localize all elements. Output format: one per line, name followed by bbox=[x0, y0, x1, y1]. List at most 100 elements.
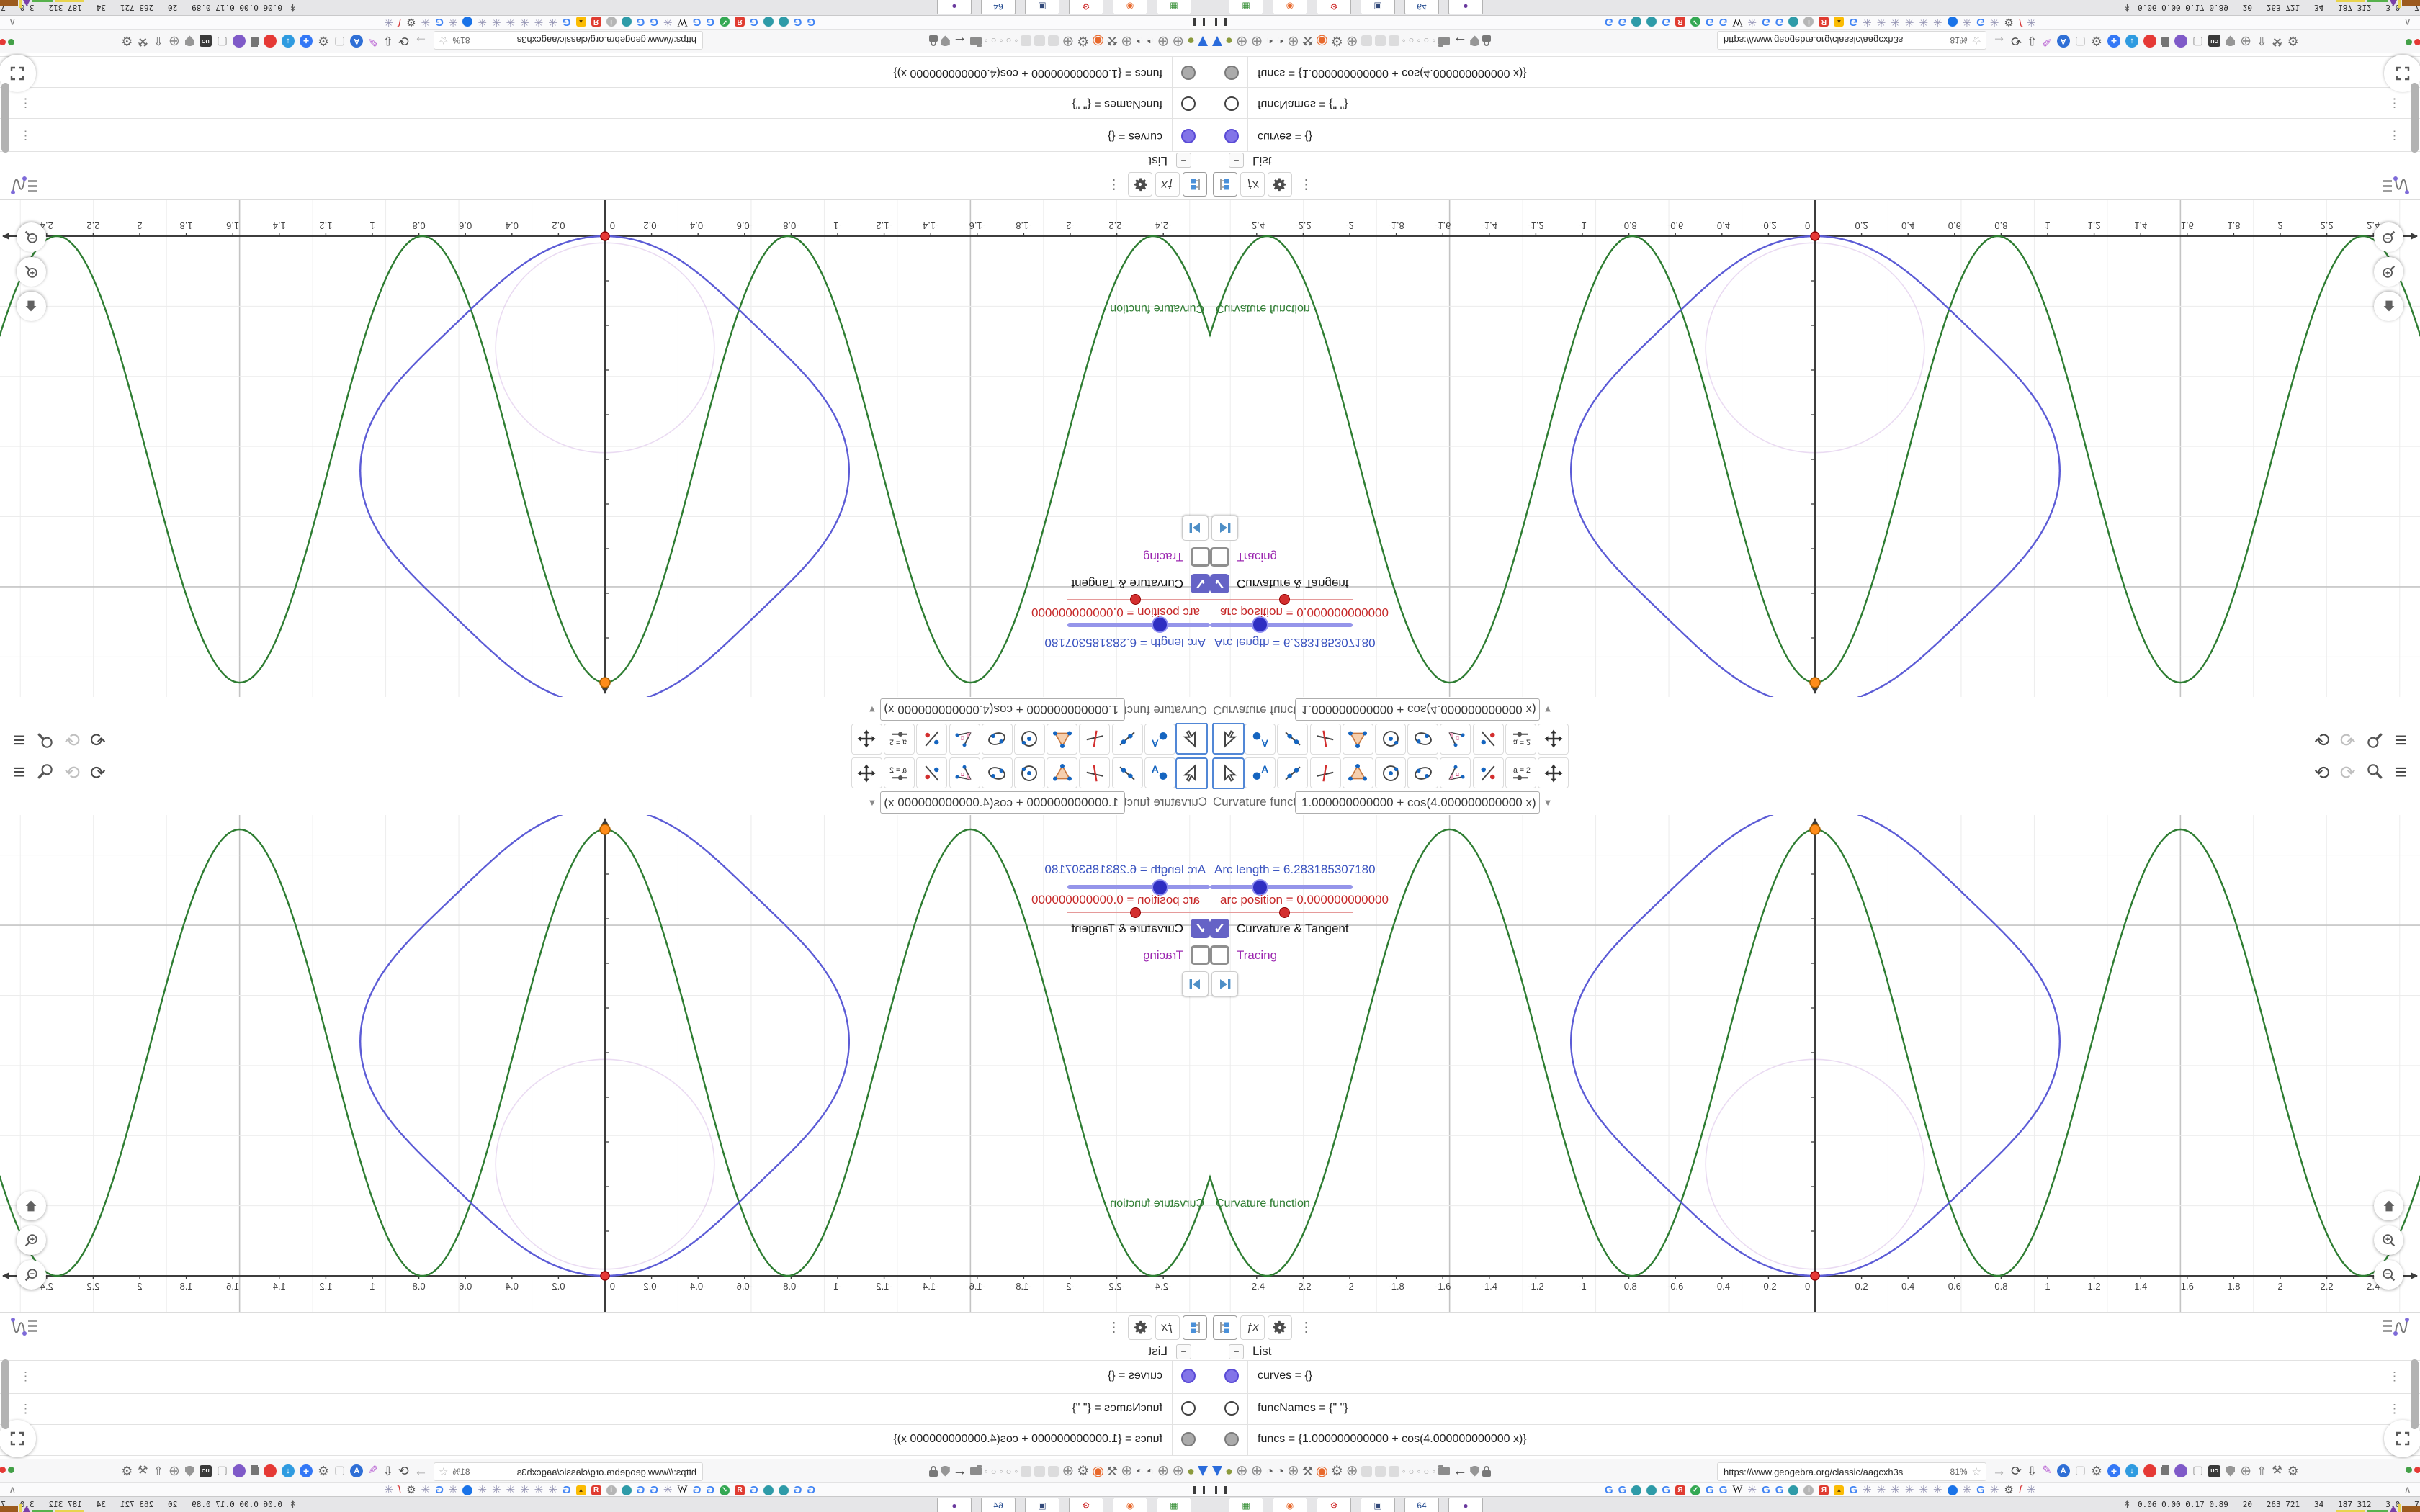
settings-button[interactable] bbox=[1268, 1315, 1292, 1340]
disabled-ext-icon[interactable] bbox=[1388, 1465, 1399, 1477]
share-icon[interactable]: ⇧ bbox=[2257, 1465, 2267, 1477]
tool-move-button[interactable] bbox=[1175, 757, 1208, 790]
highlight-icon[interactable]: ✎ bbox=[2042, 35, 2051, 48]
highlight-icon[interactable]: ✎ bbox=[368, 1464, 377, 1477]
launcher-mask[interactable]: ● bbox=[937, 1498, 972, 1512]
tab-google[interactable]: G bbox=[1976, 1485, 1985, 1495]
dot-icon[interactable]: ◦ bbox=[985, 35, 988, 47]
wrench-icon[interactable]: ⚒ bbox=[138, 35, 148, 48]
tab-google[interactable]: G bbox=[807, 1484, 815, 1496]
tab-site[interactable]: ✳ bbox=[1963, 1485, 1972, 1495]
disabled-ext-icon[interactable] bbox=[1048, 1465, 1059, 1477]
gauge-icon[interactable]: ◔ bbox=[1265, 1464, 1273, 1477]
shield-icon[interactable] bbox=[941, 1466, 950, 1477]
tab-google[interactable]: G bbox=[1762, 16, 1770, 28]
tab-site[interactable]: ✳ bbox=[663, 1484, 673, 1496]
tab-site[interactable] bbox=[763, 1485, 774, 1495]
url-bar[interactable]: https://www.geogebra.org/classic/aagcxh3… bbox=[1717, 31, 1986, 50]
tab-site[interactable]: ✳ bbox=[449, 1484, 458, 1496]
globe-icon[interactable]: ⊕ bbox=[2240, 34, 2251, 49]
redo-button[interactable]: ⟳ bbox=[2340, 729, 2356, 750]
gear-icon[interactable]: ⚙ bbox=[121, 1464, 133, 1478]
tool-move-button[interactable] bbox=[1175, 722, 1208, 755]
firefox-icon[interactable]: ◉ bbox=[1316, 34, 1328, 49]
tab-site[interactable]: ✳ bbox=[2027, 16, 2036, 28]
dot-icon[interactable]: ◦ bbox=[985, 1465, 988, 1477]
tab-site[interactable]: ✳ bbox=[1748, 1485, 1757, 1495]
disabled-ext-icon[interactable] bbox=[1034, 1465, 1046, 1477]
algebra-row-text[interactable]: curves = {} bbox=[1258, 1369, 1312, 1382]
stop-icon[interactable] bbox=[2143, 1464, 2157, 1477]
dot-icon[interactable]: ○ bbox=[991, 36, 997, 47]
tab-site[interactable]: ✳ bbox=[1905, 16, 1914, 28]
tab-site[interactable]: ✳ bbox=[1933, 1485, 1942, 1495]
tab-site[interactable]: ✳ bbox=[1748, 16, 1757, 28]
disabled-ext-icon[interactable] bbox=[1374, 1465, 1386, 1477]
tab-google[interactable]: G bbox=[1618, 16, 1627, 28]
tool-reflect-button[interactable] bbox=[1472, 757, 1504, 788]
folder-icon[interactable] bbox=[969, 37, 982, 45]
object-visibility-toggle[interactable] bbox=[1224, 66, 1239, 80]
tab-google[interactable]: G bbox=[750, 1484, 758, 1496]
algebra-view-button[interactable] bbox=[9, 169, 39, 197]
tab-google[interactable]: G bbox=[1762, 1485, 1770, 1495]
disabled-ext-icon[interactable] bbox=[1361, 1465, 1372, 1477]
curvature-function-input[interactable]: 1.000000000000 + cos(4.000000000000 x) ▼ bbox=[867, 791, 1125, 814]
dot-icon[interactable]: ○ bbox=[1409, 1467, 1415, 1476]
arc-position-slider-handle[interactable] bbox=[1130, 594, 1141, 605]
row-kebab-menu-icon[interactable]: ⋮ bbox=[2388, 1369, 2401, 1384]
tab-site[interactable]: ✳ bbox=[478, 1484, 487, 1496]
arc-length-slider[interactable] bbox=[1067, 885, 1210, 889]
tab-site[interactable]: ✳ bbox=[1990, 1485, 1999, 1495]
tool-perpendicular-button[interactable] bbox=[1079, 757, 1111, 788]
tool-polygon-button[interactable] bbox=[1342, 757, 1373, 788]
undo-button[interactable]: ⟲ bbox=[2314, 729, 2330, 750]
globe-icon[interactable]: ⊕ bbox=[1157, 1463, 1170, 1479]
launcher-terminal[interactable]: ▦ bbox=[1229, 1498, 1263, 1512]
tab-check[interactable]: ✓ bbox=[719, 1485, 730, 1495]
disabled-ext-icon[interactable] bbox=[1374, 35, 1386, 47]
zoom-out-button[interactable] bbox=[17, 222, 46, 252]
graphics-view[interactable]: -2.4 -2.2 -2 -1.8 -1.6 -1.4 -1.2 -1 -0.8 -0.6 -0.4… bbox=[0, 815, 1210, 1312]
globe-icon[interactable]: ⊕ bbox=[1287, 33, 1299, 49]
tool-reflect-button[interactable] bbox=[916, 757, 948, 788]
fx-button[interactable]: ƒx bbox=[1240, 1315, 1265, 1340]
kebab-menu-icon[interactable]: ⋮ bbox=[1107, 176, 1121, 192]
url-bar[interactable]: https://www.geogebra.org/classic/aagcxh3… bbox=[1717, 1462, 1986, 1481]
tab-wikipedia[interactable]: W bbox=[1732, 17, 1742, 28]
algebra-row-text[interactable]: funcNames = {" "} bbox=[1072, 97, 1162, 110]
add-icon[interactable]: + bbox=[2107, 1464, 2121, 1477]
download-icon[interactable]: ⇩ bbox=[383, 1464, 393, 1478]
algebra-row-text[interactable]: funcNames = {" "} bbox=[1258, 97, 1348, 110]
tool-slider-button[interactable]: a = 2 bbox=[1505, 724, 1536, 755]
tool-circle-button[interactable] bbox=[1014, 724, 1045, 755]
reload-icon[interactable]: ⟳ bbox=[398, 1464, 409, 1478]
tab-site[interactable] bbox=[1646, 17, 1657, 27]
scrollbar-thumb[interactable] bbox=[2411, 83, 2419, 153]
graphics-view[interactable]: -2.4 -2.2 -2 -1.8 -1.6 -1.4 -1.2 -1 -0.8 -0.6 -0.4… bbox=[0, 200, 1210, 697]
ublock-icon[interactable]: UO bbox=[2208, 1464, 2221, 1477]
launcher-monitor[interactable]: ▣ bbox=[1025, 0, 1059, 14]
reload-icon[interactable]: ⟳ bbox=[2011, 34, 2022, 48]
wrench-icon[interactable]: ⚒ bbox=[138, 1464, 148, 1477]
tool-perpendicular-button[interactable] bbox=[1309, 724, 1341, 755]
globe-icon[interactable]: ⊕ bbox=[1062, 33, 1074, 49]
gauge-icon[interactable]: ◔ bbox=[1136, 34, 1144, 48]
globe-icon[interactable]: ⊕ bbox=[1251, 1464, 1263, 1478]
globe-icon[interactable]: ⊕ bbox=[1172, 33, 1184, 49]
algebra-view-button[interactable] bbox=[2381, 169, 2411, 197]
tab-info[interactable]: i bbox=[1803, 1485, 1814, 1495]
redo-button[interactable]: ⟳ bbox=[2340, 763, 2356, 782]
gauge-icon[interactable]: ◔ bbox=[1276, 1464, 1284, 1477]
dot-icon[interactable]: ◦ bbox=[1417, 35, 1420, 47]
tool-line-button[interactable] bbox=[1277, 757, 1309, 788]
tab-site[interactable]: ✳ bbox=[421, 1484, 431, 1496]
firefox-icon[interactable]: ◉ bbox=[1316, 1464, 1328, 1478]
tab-yandex[interactable]: Я bbox=[591, 17, 601, 27]
reader-icon[interactable]: ▢ bbox=[2075, 1465, 2086, 1477]
tab-site[interactable]: ✳ bbox=[1990, 16, 1999, 28]
tab-site[interactable]: ✳ bbox=[384, 1484, 393, 1496]
tab-site[interactable]: ✳ bbox=[478, 16, 487, 28]
tab-site[interactable]: ✳ bbox=[1963, 16, 1972, 28]
object-visibility-toggle[interactable] bbox=[1181, 129, 1196, 143]
